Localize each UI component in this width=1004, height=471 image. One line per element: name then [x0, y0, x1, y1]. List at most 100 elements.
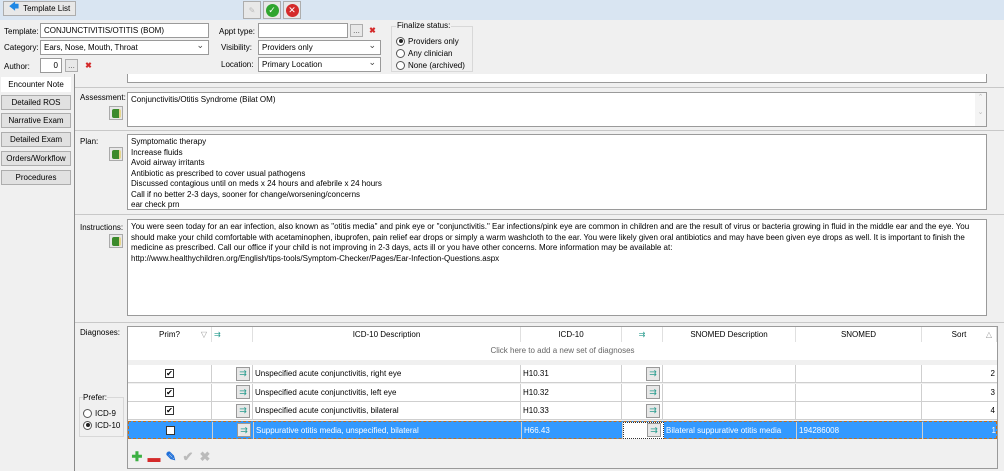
- diagnoses-label: Diagnoses:: [80, 328, 121, 337]
- close-icon: ✕: [285, 3, 299, 17]
- sort-cell: 3: [990, 387, 995, 397]
- prefer-icd9-radio[interactable]: ICD-9: [83, 407, 120, 419]
- icd10-description-cell: Suppurative otitis media, unspecified, b…: [254, 421, 522, 439]
- tab-encounter-note[interactable]: Encounter Note: [1, 77, 71, 92]
- tab-detailed-ros[interactable]: Detailed ROS: [1, 95, 71, 110]
- header-snomed-lookup-icon: ⇉: [622, 327, 663, 342]
- header-sort[interactable]: Sort △: [922, 327, 997, 342]
- plan-textarea[interactable]: Symptomatic therapy Increase fluids Avoi…: [127, 134, 987, 210]
- header-icd10[interactable]: ICD-10: [521, 327, 622, 342]
- snomed-cell: [796, 383, 922, 401]
- snomed-lookup-icon[interactable]: ⇉: [646, 366, 660, 381]
- template-list-button[interactable]: 🡄 Template List: [3, 1, 76, 16]
- confirm-row-icon[interactable]: ✔: [180, 449, 196, 465]
- cancel-button[interactable]: ✕: [283, 1, 301, 19]
- sort-cell: 1: [991, 425, 996, 435]
- snomed-cell: [796, 402, 922, 419]
- finalize-providers-radio[interactable]: Providers only: [396, 35, 465, 47]
- icd10-description-cell: Unspecified acute conjunctivitis, bilate…: [253, 402, 521, 419]
- snomed-description-cell: [663, 383, 796, 401]
- assessment-textarea[interactable]: Conjunctivitis/Otitis Syndrome (Bilat OM…: [127, 92, 987, 127]
- prefer-icd10-radio[interactable]: ICD-10: [83, 419, 120, 431]
- book-icon[interactable]: [109, 147, 123, 161]
- finalize-none-radio[interactable]: None (archived): [396, 59, 465, 71]
- snomed-description-cell: [663, 365, 796, 382]
- assessment-label: Assessment:: [80, 93, 126, 102]
- category-label: Category:: [4, 43, 39, 52]
- author-clear-icon[interactable]: ✖: [82, 59, 95, 72]
- category-select[interactable]: Ears, Nose, Mouth, Throat: [40, 40, 209, 55]
- sort-cell: 2: [990, 369, 995, 378]
- header-icd10-description[interactable]: ICD-10 Description: [253, 327, 521, 342]
- table-row[interactable]: ⇉ Suppurative otitis media, unspecified,…: [128, 420, 997, 439]
- template-input[interactable]: CONJUNCTIVITIS/OTITIS (BOM): [40, 23, 209, 38]
- tab-procedures[interactable]: Procedures: [1, 170, 71, 185]
- table-row[interactable]: ✔ ⇉ Unspecified acute conjunctivitis, bi…: [128, 402, 997, 420]
- edit-icon[interactable]: ✎: [243, 1, 261, 19]
- author-label: Author:: [4, 62, 30, 71]
- cancel-row-icon[interactable]: ✖: [197, 449, 213, 465]
- icd-lookup-icon[interactable]: ⇉: [236, 366, 250, 381]
- save-button[interactable]: ✓: [263, 1, 281, 19]
- icd10-cell: H10.33: [521, 402, 622, 419]
- prefer-title: Prefer:: [83, 393, 108, 402]
- visibility-select[interactable]: Providers only: [258, 40, 381, 55]
- primary-checkbox[interactable]: ✔: [165, 387, 174, 397]
- instructions-textarea[interactable]: You were seen today for an ear infection…: [127, 219, 987, 316]
- tab-narrative-exam[interactable]: Narrative Exam: [1, 113, 71, 128]
- book-icon[interactable]: [109, 234, 123, 248]
- appt-type-label: Appt type:: [219, 27, 256, 36]
- appt-clear-icon[interactable]: ✖: [366, 24, 379, 37]
- finalize-status-group: Finalize status: Providers only Any clin…: [391, 21, 473, 72]
- assessment-scrollbar[interactable]: ⌃ ⌄: [975, 93, 986, 126]
- icd10-cell: H10.31: [521, 365, 622, 382]
- remove-row-icon[interactable]: ▬: [146, 449, 162, 465]
- icd10-description-cell: Unspecified acute conjunctivitis, left e…: [253, 383, 521, 401]
- appt-browse-button[interactable]: ...: [350, 24, 363, 37]
- snomed-description-cell: Bilateral suppurative otitis media: [664, 421, 797, 439]
- prefer-group: Prefer: ICD-9 ICD-10: [79, 393, 124, 437]
- snomed-cell: 194286008: [797, 421, 923, 439]
- finalize-status-title: Finalize status:: [396, 21, 452, 30]
- snomed-lookup-icon[interactable]: ⇉: [647, 423, 661, 437]
- sort-asc-icon: △: [985, 330, 992, 339]
- author-browse-button[interactable]: ...: [65, 59, 78, 72]
- add-diagnoses-row[interactable]: Click here to add a new set of diagnoses: [128, 342, 997, 360]
- previous-field-box[interactable]: [127, 74, 987, 83]
- diagnoses-grid: Prim? ▽ ⇉ ICD-10 Description ICD-10 ⇉ SNO…: [127, 326, 998, 469]
- tab-orders-workflow[interactable]: Orders/Workflow: [1, 151, 71, 166]
- sort-cell: 4: [990, 406, 995, 415]
- appt-type-input[interactable]: [258, 23, 348, 38]
- primary-checkbox[interactable]: ✔: [165, 369, 174, 378]
- filter-icon[interactable]: ▽: [201, 330, 207, 339]
- snomed-cell: [796, 365, 922, 382]
- back-arrow-icon: 🡄: [8, 2, 20, 13]
- icd-lookup-icon[interactable]: ⇉: [236, 403, 250, 418]
- icd10-cell: H10.32: [521, 383, 622, 401]
- finalize-any-clinician-radio[interactable]: Any clinician: [396, 47, 465, 59]
- primary-checkbox[interactable]: [166, 425, 175, 435]
- visibility-label: Visibility:: [221, 43, 252, 52]
- location-select[interactable]: Primary Location: [258, 57, 381, 72]
- header-prim[interactable]: Prim? ▽: [128, 327, 212, 342]
- icd-lookup-icon[interactable]: ⇉: [236, 385, 250, 399]
- icd-lookup-icon[interactable]: ⇉: [237, 423, 251, 437]
- header-snomed-description[interactable]: SNOMED Description: [663, 327, 796, 342]
- snomed-description-cell: [663, 402, 796, 419]
- plan-label: Plan:: [80, 137, 99, 146]
- add-row-icon[interactable]: ✚: [129, 449, 145, 465]
- header-lookup-icon: ⇉: [212, 327, 253, 342]
- book-icon[interactable]: [109, 106, 123, 120]
- tab-detailed-exam[interactable]: Detailed Exam: [1, 132, 71, 147]
- table-row[interactable]: ✔ ⇉ Unspecified acute conjunctivitis, ri…: [128, 365, 997, 383]
- primary-checkbox[interactable]: ✔: [165, 406, 174, 415]
- location-label: Location:: [221, 60, 254, 69]
- instructions-label: Instructions:: [80, 223, 124, 232]
- author-input[interactable]: 0: [40, 58, 62, 73]
- snomed-lookup-icon[interactable]: ⇉: [646, 385, 660, 399]
- snomed-lookup-icon[interactable]: ⇉: [646, 403, 660, 418]
- edit-row-icon[interactable]: ✎: [163, 449, 179, 465]
- table-row[interactable]: ✔ ⇉ Unspecified acute conjunctivitis, le…: [128, 383, 997, 402]
- header-snomed[interactable]: SNOMED: [796, 327, 922, 342]
- template-label: Template:: [4, 27, 39, 36]
